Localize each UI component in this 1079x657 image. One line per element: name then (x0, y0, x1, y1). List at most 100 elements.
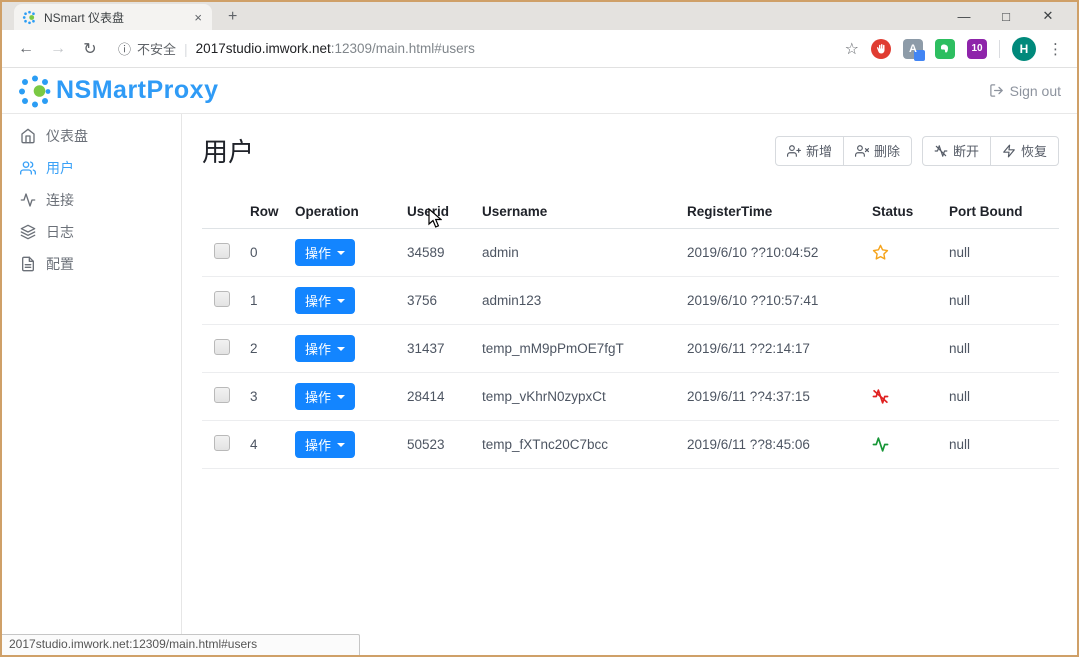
sidebar-item-connections[interactable]: 连接 (2, 184, 181, 216)
delete-user-button[interactable]: 删除 (843, 136, 912, 166)
browser-tab[interactable]: NSmart 仪表盘 × (14, 4, 212, 30)
sidebar-item-users[interactable]: 用户 (2, 152, 181, 184)
disconnected-status-icon (872, 388, 889, 405)
browser-menu-icon[interactable]: ⋮ (1048, 40, 1063, 58)
sidebar-label: 日志 (46, 222, 74, 242)
caret-down-icon (337, 395, 345, 399)
evernote-extension-icon[interactable] (935, 39, 955, 59)
caret-down-icon (337, 251, 345, 255)
omnibox-separator: | (184, 41, 188, 57)
delete-user-label: 删除 (874, 141, 900, 160)
add-user-button[interactable]: 新增 (775, 136, 844, 166)
row-index: 2 (250, 341, 295, 356)
address-bar[interactable]: ⓘ 不安全 | 2017studio.imwork.net:12309/main… (118, 39, 841, 58)
portbound-cell: null (949, 341, 1059, 356)
reload-icon[interactable]: ↻ (76, 39, 104, 59)
window-maximize-icon[interactable]: □ (985, 9, 1027, 24)
table-header: Row Operation Userid Username RegisterTi… (202, 195, 1059, 229)
registertime-cell: 2019/6/10 ??10:04:52 (687, 245, 872, 260)
back-icon[interactable]: ← (12, 40, 40, 58)
userid-cell: 3756 (407, 293, 482, 308)
purple-extension-icon[interactable]: 10 (967, 39, 987, 59)
operation-dropdown-button[interactable]: 操作 (295, 431, 355, 458)
file-icon (20, 256, 36, 272)
portbound-cell: null (949, 245, 1059, 260)
userid-cell: 28414 (407, 389, 482, 404)
sidebar-label: 配置 (46, 254, 74, 274)
username-cell: temp_mM9pPmOE7fgT (482, 341, 687, 356)
bookmark-star-icon[interactable]: ☆ (845, 39, 859, 59)
row-checkbox[interactable] (214, 291, 230, 307)
row-checkbox[interactable] (214, 435, 230, 451)
sidebar-item-dashboard[interactable]: 仪表盘 (2, 120, 181, 152)
sidebar-label: 仪表盘 (46, 126, 88, 146)
users-icon (20, 160, 36, 176)
url-path: :12309/main.html#users (331, 41, 475, 56)
sidebar-item-logs[interactable]: 日志 (2, 216, 181, 248)
userid-cell: 31437 (407, 341, 482, 356)
translate-extension-icon[interactable]: A (903, 39, 923, 59)
portbound-cell: null (949, 293, 1059, 308)
disconnect-label: 断开 (953, 141, 979, 160)
translate-letter: A (909, 43, 917, 55)
logout-icon (989, 83, 1004, 98)
sidebar-label: 用户 (46, 158, 74, 178)
favicon-gear-icon (22, 10, 37, 25)
col-userid: Userid (407, 204, 482, 219)
forward-icon[interactable]: → (44, 40, 72, 58)
col-row: Row (250, 204, 295, 219)
profile-avatar[interactable]: H (1012, 37, 1036, 61)
username-cell: admin (482, 245, 687, 260)
col-operation: Operation (295, 204, 407, 219)
row-checkbox[interactable] (214, 387, 230, 403)
caret-down-icon (337, 347, 345, 351)
row-checkbox[interactable] (214, 243, 230, 259)
row-index: 4 (250, 437, 295, 452)
registertime-cell: 2019/6/11 ??8:45:06 (687, 437, 872, 452)
window-close-icon[interactable]: ✕ (1027, 8, 1069, 24)
info-icon[interactable]: ⓘ (118, 39, 131, 58)
username-cell: temp_fXTnc20C7bcc (482, 437, 687, 452)
brand-name: NSMartProxy (56, 76, 219, 105)
table-body: 0操作34589admin2019/6/10 ??10:04:52null1操作… (202, 229, 1059, 469)
sign-out-button[interactable]: Sign out (989, 83, 1061, 99)
hand-icon (875, 43, 887, 55)
sidebar-label: 连接 (46, 190, 74, 210)
purple-extension-badge: 10 (971, 43, 982, 54)
connected-status-icon (872, 436, 889, 453)
status-cell (872, 388, 949, 405)
app-header: NSMartProxy Sign out (2, 68, 1077, 114)
recover-button[interactable]: 恢复 (990, 136, 1059, 166)
caret-down-icon (337, 299, 345, 303)
col-registertime: RegisterTime (687, 204, 872, 219)
operation-dropdown-button[interactable]: 操作 (295, 383, 355, 410)
disconnect-icon (934, 144, 948, 158)
recover-zap-icon (1002, 144, 1016, 158)
row-index: 0 (250, 245, 295, 260)
page-title: 用户 (202, 132, 254, 169)
operation-dropdown-button[interactable]: 操作 (295, 239, 355, 266)
operation-dropdown-button[interactable]: 操作 (295, 335, 355, 362)
browser-toolbar: ← → ↻ ⓘ 不安全 | 2017studio.imwork.net:1230… (2, 30, 1077, 68)
adblock-extension-icon[interactable] (871, 39, 891, 59)
disconnect-button[interactable]: 断开 (922, 136, 991, 166)
security-label: 不安全 (137, 39, 176, 58)
sidebar-item-config[interactable]: 配置 (2, 248, 181, 280)
col-status: Status (872, 204, 949, 219)
window-minimize-icon[interactable]: — (943, 9, 985, 24)
portbound-cell: null (949, 437, 1059, 452)
browser-titlebar: NSmart 仪表盘 × + — □ ✕ (2, 2, 1077, 30)
table-row: 1操作3756admin1232019/6/10 ??10:57:41null (202, 277, 1059, 325)
col-username: Username (482, 204, 687, 219)
row-checkbox[interactable] (214, 339, 230, 355)
elephant-icon (939, 43, 951, 55)
new-tab-button[interactable]: + (222, 8, 243, 26)
table-row: 0操作34589admin2019/6/10 ??10:04:52null (202, 229, 1059, 277)
registertime-cell: 2019/6/11 ??4:37:15 (687, 389, 872, 404)
brand-logo[interactable]: NSMartProxy (18, 74, 219, 108)
tab-close-icon[interactable]: × (192, 10, 204, 25)
row-index: 3 (250, 389, 295, 404)
add-user-label: 新增 (806, 141, 832, 160)
user-x-icon (855, 144, 869, 158)
operation-dropdown-button[interactable]: 操作 (295, 287, 355, 314)
